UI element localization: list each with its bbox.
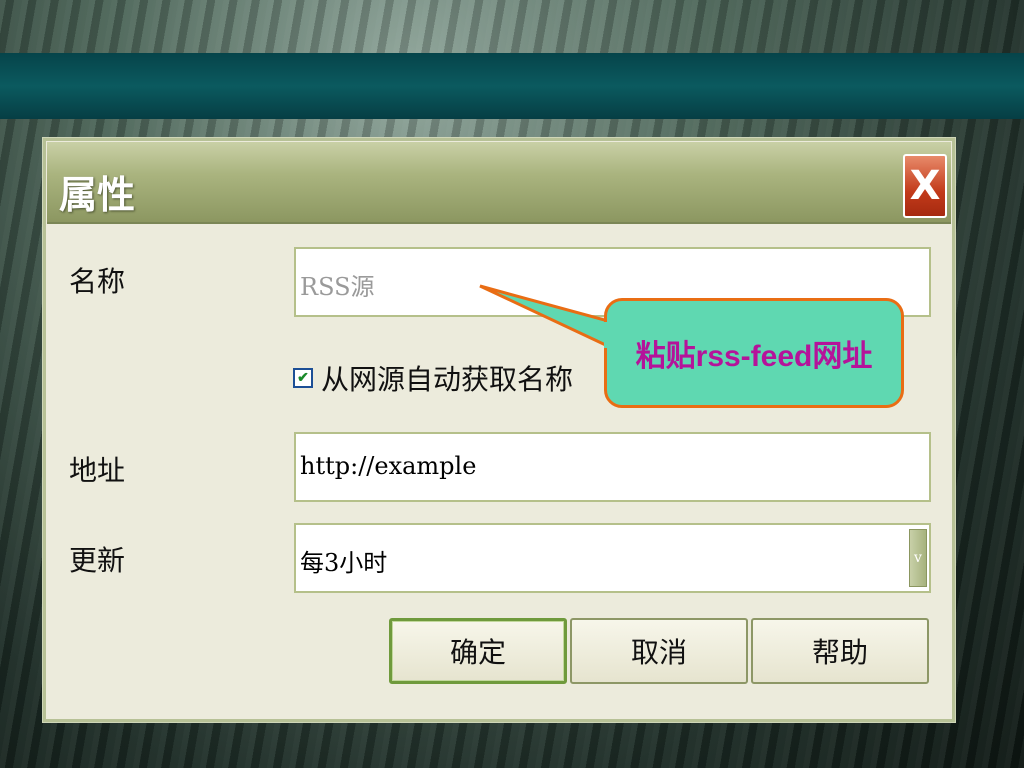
- auto-name-checkbox-row[interactable]: ✔ 从网源自动获取名称: [293, 358, 573, 398]
- callout-bubble: 粘贴rss-feed网址: [604, 298, 904, 408]
- properties-dialog: 属性 X 名称 RSS源 ✔ 从网源自动获取名称 地址 http://examp…: [42, 137, 956, 723]
- callout-text: 粘贴rss-feed网址: [635, 340, 873, 373]
- address-value: http://example: [300, 452, 477, 480]
- close-button[interactable]: X: [903, 154, 947, 218]
- name-label: 名称: [69, 265, 126, 298]
- dialog-title: 属性: [59, 172, 136, 217]
- update-label: 更新: [69, 544, 126, 577]
- help-button[interactable]: 帮助: [751, 618, 929, 684]
- address-input[interactable]: http://example: [294, 432, 931, 502]
- update-value: 每3小时: [300, 549, 388, 577]
- address-label: 地址: [69, 454, 126, 487]
- chevron-down-icon[interactable]: v: [909, 529, 927, 587]
- ok-button[interactable]: 确定: [389, 618, 567, 684]
- close-icon: X: [909, 163, 941, 209]
- update-select[interactable]: 每3小时 v: [294, 523, 931, 593]
- check-icon[interactable]: ✔: [293, 368, 313, 388]
- top-banner: [0, 53, 1024, 119]
- dialog-titlebar: 属性 X: [47, 142, 951, 224]
- cancel-button[interactable]: 取消: [570, 618, 748, 684]
- name-placeholder: RSS源: [300, 273, 375, 301]
- auto-name-checkbox-label: 从网源自动获取名称: [321, 363, 574, 396]
